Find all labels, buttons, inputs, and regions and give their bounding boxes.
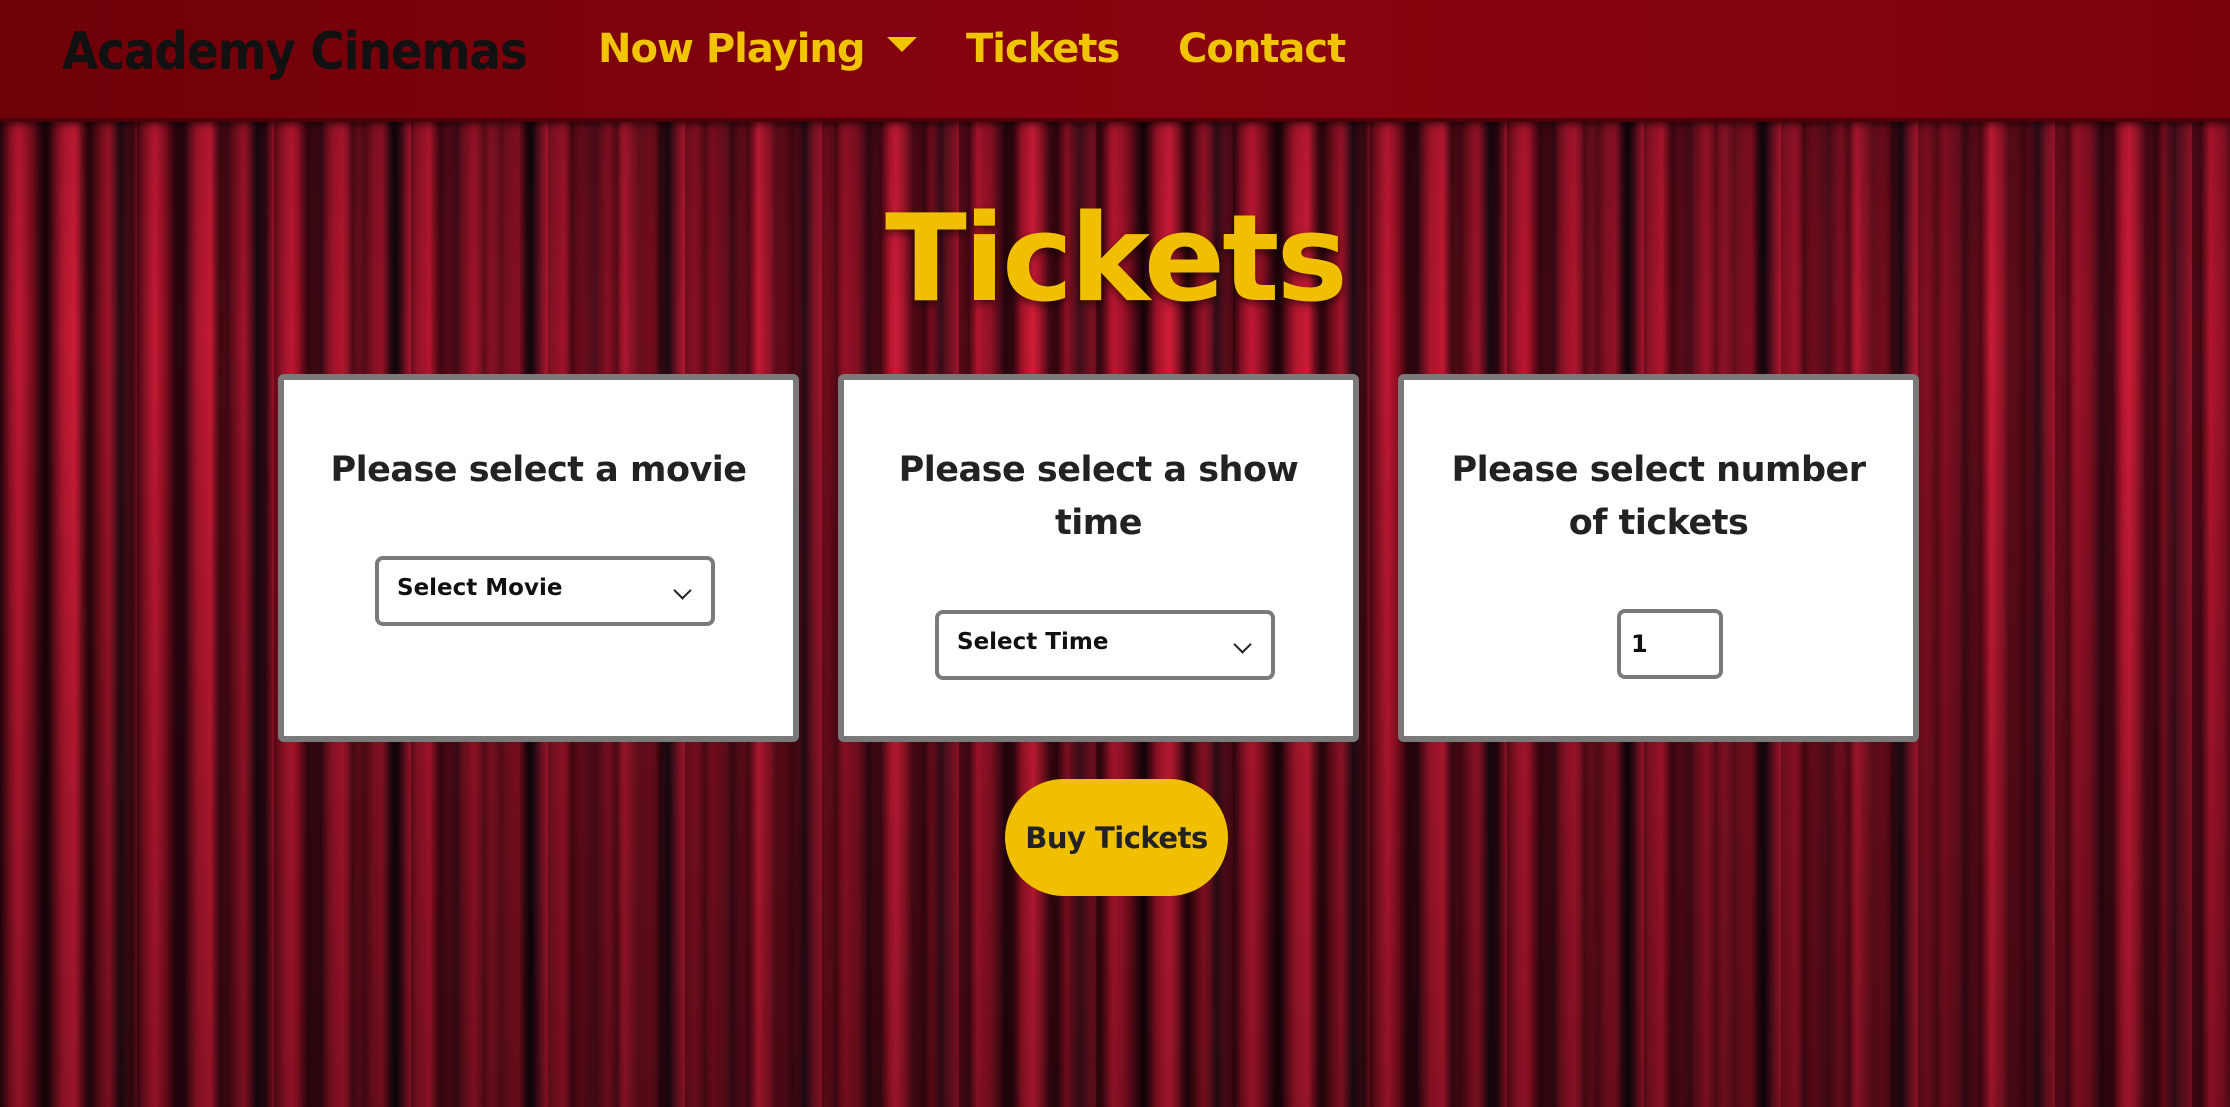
movie-card-heading: Please select a movie <box>330 450 747 490</box>
quantity-card-heading: Please select number of tickets <box>1451 450 1866 543</box>
brand-logo-link[interactable]: Academy Cinemas <box>62 22 528 82</box>
showtime-card-heading: Please select a show time <box>898 450 1299 543</box>
nav-now-playing-label: Now Playing <box>598 26 866 72</box>
movie-select-value: Select Movie <box>397 575 563 601</box>
ticket-quantity-input[interactable] <box>1617 609 1723 679</box>
movie-card: Please select a movie Select Movie <box>278 374 799 742</box>
movie-select[interactable]: Select Movie <box>375 556 715 626</box>
ticket-quantity-card: Please select number of tickets <box>1398 374 1919 742</box>
chevron-down-icon <box>1233 635 1252 654</box>
showtime-select[interactable]: Select Time <box>935 610 1275 680</box>
nav-tickets[interactable]: Tickets <box>966 26 1120 72</box>
buy-tickets-button[interactable]: Buy Tickets <box>1005 779 1228 896</box>
nav-contact[interactable]: Contact <box>1178 26 1346 72</box>
showtime-select-value: Select Time <box>957 629 1109 655</box>
chevron-down-icon <box>673 581 692 600</box>
showtime-card: Please select a show time Select Time <box>838 374 1359 742</box>
caret-down-icon <box>886 37 917 52</box>
top-navbar: Academy Cinemas Now Playing Tickets Cont… <box>0 0 2230 122</box>
page-title: Tickets <box>885 190 1348 329</box>
nav-now-playing[interactable]: Now Playing <box>598 26 917 72</box>
